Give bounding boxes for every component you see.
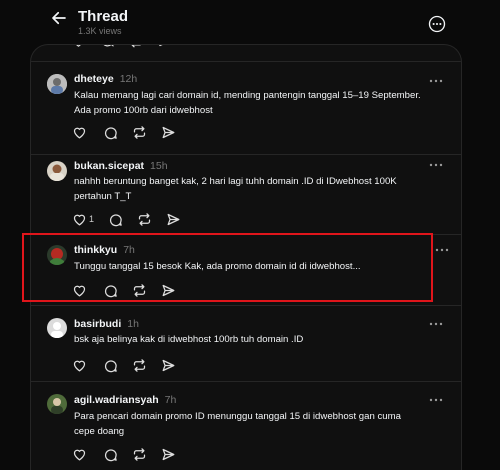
repost-icon — [133, 358, 146, 372]
more-dots-icon[interactable] — [429, 78, 443, 84]
thread-reply: agil.wadriansyah 7h Para pencari domain p… — [31, 382, 461, 470]
more-dots-icon[interactable] — [429, 397, 443, 403]
heart-icon — [73, 127, 86, 139]
heart-icon — [73, 360, 86, 372]
timestamp: 7h — [164, 394, 177, 406]
username[interactable]: dheteye 12h — [74, 73, 137, 85]
timestamp: 12h — [119, 73, 138, 85]
like-count: 1 — [89, 214, 95, 224]
heart-icon[interactable] — [71, 45, 86, 48]
more-dots-icon[interactable] — [429, 162, 443, 168]
username[interactable]: basirbudi 1h — [74, 318, 139, 330]
share-button[interactable] — [161, 358, 176, 373]
comment-button[interactable] — [103, 125, 118, 140]
back-arrow-icon[interactable] — [50, 9, 68, 27]
avatar[interactable] — [47, 394, 67, 414]
reply-text: Kalau memang lagi cari domain id, mendin… — [74, 90, 421, 116]
share-icon — [167, 213, 180, 225]
comment-button[interactable] — [103, 447, 118, 462]
share-icon — [162, 448, 175, 460]
avatar[interactable] — [47, 318, 67, 338]
repost-icon — [133, 125, 146, 139]
reply-text: Para pencari domain promo ID menunggu ta… — [74, 411, 401, 437]
share-icon — [162, 359, 175, 371]
thread-reply: basirbudi 1h bsk aja belinya kak di idweb… — [31, 306, 461, 382]
reply-text: nahhh beruntung banget kak, 2 hari lagi … — [74, 176, 397, 202]
like-button[interactable]: 1 — [72, 212, 94, 227]
page-title: Thread — [78, 8, 129, 25]
share-icon[interactable] — [158, 45, 173, 48]
action-bar — [72, 357, 190, 373]
repost-button[interactable] — [132, 358, 147, 373]
username[interactable]: agil.wadriansyah 7h — [74, 394, 176, 406]
repost-button[interactable] — [137, 212, 152, 227]
comment-icon — [105, 448, 117, 461]
highlight-box — [22, 233, 433, 302]
previous-post-actions — [71, 45, 201, 51]
share-button[interactable] — [161, 125, 176, 140]
share-button[interactable] — [161, 447, 176, 462]
repost-button[interactable] — [132, 125, 147, 140]
username[interactable]: bukan.sicepat 15h — [74, 160, 168, 172]
comment-button[interactable] — [108, 212, 123, 227]
share-icon — [162, 126, 175, 138]
repost-icon — [133, 447, 146, 461]
more-circle-icon[interactable] — [428, 15, 446, 33]
repost-button[interactable] — [132, 447, 147, 462]
share-button[interactable] — [166, 212, 181, 227]
thread-reply: bukan.sicepat 15h nahhh beruntung banget … — [31, 155, 461, 235]
comment-icon — [105, 126, 117, 139]
avatar[interactable] — [47, 74, 67, 94]
top-bar: Thread 1.3K views — [0, 0, 500, 44]
heart-icon — [73, 449, 86, 461]
comment-icon — [105, 359, 117, 372]
timestamp: 15h — [150, 160, 168, 172]
action-bar — [72, 124, 190, 140]
more-dots-icon[interactable] — [435, 247, 449, 253]
comment-icon — [110, 213, 122, 226]
heart-icon — [73, 214, 86, 226]
view-count: 1.3K views — [78, 26, 122, 36]
repost-icon[interactable] — [129, 45, 144, 48]
avatar[interactable] — [47, 161, 67, 181]
reply-text: bsk aja belinya kak di idwebhost 100rb t… — [74, 334, 304, 345]
comment-button[interactable] — [103, 358, 118, 373]
like-button[interactable] — [72, 358, 89, 373]
timestamp: 1h — [127, 318, 139, 330]
thread-reply: dheteye 12h Kalau memang lagi cari domain… — [31, 61, 461, 155]
like-button[interactable] — [72, 125, 89, 140]
action-bar — [72, 446, 190, 462]
comment-icon[interactable] — [100, 45, 115, 48]
action-bar: 1 — [72, 211, 195, 227]
repost-icon — [138, 212, 151, 226]
like-button[interactable] — [72, 447, 89, 462]
more-dots-icon[interactable] — [429, 321, 443, 327]
